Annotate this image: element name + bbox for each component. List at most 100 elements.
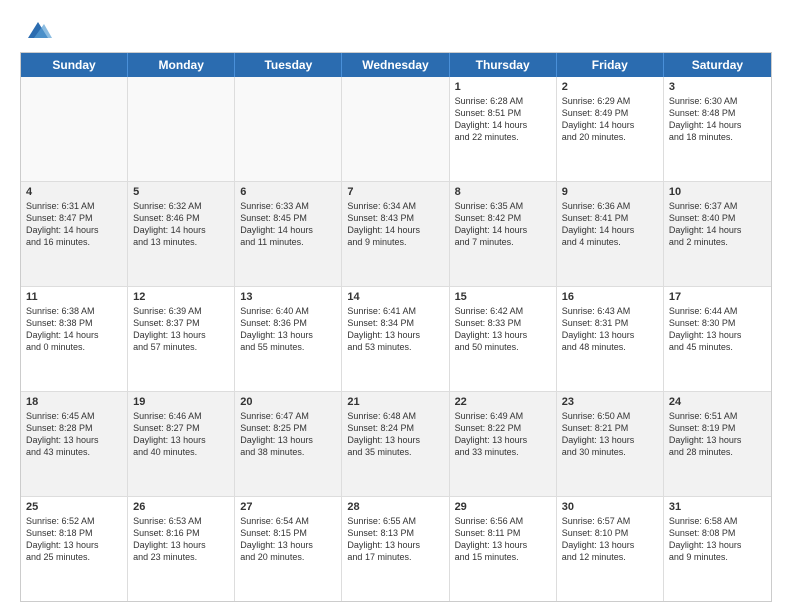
day-number: 7 <box>347 186 443 198</box>
calendar-cell: 17 Sunrise: 6:44 AM Sunset: 8:30 PM Dayli… <box>664 287 771 391</box>
cell-text: Sunrise: 6:54 AM Sunset: 8:15 PM Dayligh… <box>240 515 336 564</box>
day-number: 23 <box>562 396 658 408</box>
day-number: 14 <box>347 291 443 303</box>
cell-text: Sunrise: 6:58 AM Sunset: 8:08 PM Dayligh… <box>669 515 766 564</box>
calendar-cell <box>21 77 128 181</box>
day-number: 10 <box>669 186 766 198</box>
calendar-cell: 1 Sunrise: 6:28 AM Sunset: 8:51 PM Daylig… <box>450 77 557 181</box>
calendar-cell <box>342 77 449 181</box>
cell-text: Sunrise: 6:45 AM Sunset: 8:28 PM Dayligh… <box>26 410 122 459</box>
day-number: 2 <box>562 81 658 93</box>
cell-text: Sunrise: 6:28 AM Sunset: 8:51 PM Dayligh… <box>455 95 551 144</box>
cell-text: Sunrise: 6:37 AM Sunset: 8:40 PM Dayligh… <box>669 200 766 249</box>
calendar-cell: 23 Sunrise: 6:50 AM Sunset: 8:21 PM Dayli… <box>557 392 664 496</box>
page: SundayMondayTuesdayWednesdayThursdayFrid… <box>0 0 792 612</box>
calendar-cell: 22Sunrise: 6:49 AM Sunset: 8:22 PM Dayli… <box>450 392 557 496</box>
calendar-row: 11Sunrise: 6:38 AM Sunset: 8:38 PM Dayli… <box>21 287 771 392</box>
day-number: 16 <box>562 291 658 303</box>
day-number: 17 <box>669 291 766 303</box>
calendar-cell: 28 Sunrise: 6:55 AM Sunset: 8:13 PM Dayli… <box>342 497 449 601</box>
calendar-cell: 7 Sunrise: 6:34 AM Sunset: 8:43 PM Daylig… <box>342 182 449 286</box>
cell-text: Sunrise: 6:36 AM Sunset: 8:41 PM Dayligh… <box>562 200 658 249</box>
calendar-cell: 13Sunrise: 6:40 AM Sunset: 8:36 PM Dayli… <box>235 287 342 391</box>
cell-text: Sunrise: 6:39 AM Sunset: 8:37 PM Dayligh… <box>133 305 229 354</box>
cell-text: Sunrise: 6:57 AM Sunset: 8:10 PM Dayligh… <box>562 515 658 564</box>
calendar-cell: 10 Sunrise: 6:37 AM Sunset: 8:40 PM Dayli… <box>664 182 771 286</box>
calendar: SundayMondayTuesdayWednesdayThursdayFrid… <box>20 52 772 602</box>
day-number: 20 <box>240 396 336 408</box>
day-number: 22 <box>455 396 551 408</box>
cell-text: Sunrise: 6:41 AM Sunset: 8:34 PM Dayligh… <box>347 305 443 354</box>
calendar-cell: 20 Sunrise: 6:47 AM Sunset: 8:25 PM Dayli… <box>235 392 342 496</box>
cell-text: Sunrise: 6:52 AM Sunset: 8:18 PM Dayligh… <box>26 515 122 564</box>
calendar-cell: 5Sunrise: 6:32 AM Sunset: 8:46 PM Daylig… <box>128 182 235 286</box>
calendar-row: 4 Sunrise: 6:31 AM Sunset: 8:47 PM Daylig… <box>21 182 771 287</box>
cell-text: Sunrise: 6:51 AM Sunset: 8:19 PM Dayligh… <box>669 410 766 459</box>
calendar-cell: 11Sunrise: 6:38 AM Sunset: 8:38 PM Dayli… <box>21 287 128 391</box>
day-number: 30 <box>562 501 658 513</box>
day-number: 29 <box>455 501 551 513</box>
header-day: Saturday <box>664 53 771 77</box>
cell-text: Sunrise: 6:43 AM Sunset: 8:31 PM Dayligh… <box>562 305 658 354</box>
day-number: 15 <box>455 291 551 303</box>
cell-text: Sunrise: 6:50 AM Sunset: 8:21 PM Dayligh… <box>562 410 658 459</box>
cell-text: Sunrise: 6:30 AM Sunset: 8:48 PM Dayligh… <box>669 95 766 144</box>
cell-text: Sunrise: 6:35 AM Sunset: 8:42 PM Dayligh… <box>455 200 551 249</box>
header-day: Wednesday <box>342 53 449 77</box>
calendar-cell: 16 Sunrise: 6:43 AM Sunset: 8:31 PM Dayli… <box>557 287 664 391</box>
calendar-cell: 24 Sunrise: 6:51 AM Sunset: 8:19 PM Dayli… <box>664 392 771 496</box>
calendar-cell: 21Sunrise: 6:48 AM Sunset: 8:24 PM Dayli… <box>342 392 449 496</box>
calendar-row: 18 Sunrise: 6:45 AM Sunset: 8:28 PM Dayli… <box>21 392 771 497</box>
cell-text: Sunrise: 6:47 AM Sunset: 8:25 PM Dayligh… <box>240 410 336 459</box>
header <box>20 16 772 44</box>
calendar-body: 1 Sunrise: 6:28 AM Sunset: 8:51 PM Daylig… <box>21 77 771 601</box>
cell-text: Sunrise: 6:56 AM Sunset: 8:11 PM Dayligh… <box>455 515 551 564</box>
header-day: Thursday <box>450 53 557 77</box>
logo-area <box>20 16 52 44</box>
calendar-cell: 4 Sunrise: 6:31 AM Sunset: 8:47 PM Daylig… <box>21 182 128 286</box>
day-number: 6 <box>240 186 336 198</box>
logo-icon <box>24 16 52 44</box>
day-number: 28 <box>347 501 443 513</box>
calendar-cell: 30 Sunrise: 6:57 AM Sunset: 8:10 PM Dayli… <box>557 497 664 601</box>
calendar-cell: 19 Sunrise: 6:46 AM Sunset: 8:27 PM Dayli… <box>128 392 235 496</box>
cell-text: Sunrise: 6:33 AM Sunset: 8:45 PM Dayligh… <box>240 200 336 249</box>
day-number: 12 <box>133 291 229 303</box>
cell-text: Sunrise: 6:53 AM Sunset: 8:16 PM Dayligh… <box>133 515 229 564</box>
day-number: 31 <box>669 501 766 513</box>
cell-text: Sunrise: 6:38 AM Sunset: 8:38 PM Dayligh… <box>26 305 122 354</box>
day-number: 4 <box>26 186 122 198</box>
calendar-cell: 12 Sunrise: 6:39 AM Sunset: 8:37 PM Dayli… <box>128 287 235 391</box>
calendar-cell: 29 Sunrise: 6:56 AM Sunset: 8:11 PM Dayli… <box>450 497 557 601</box>
calendar-cell: 25Sunrise: 6:52 AM Sunset: 8:18 PM Dayli… <box>21 497 128 601</box>
day-number: 27 <box>240 501 336 513</box>
cell-text: Sunrise: 6:55 AM Sunset: 8:13 PM Dayligh… <box>347 515 443 564</box>
day-number: 19 <box>133 396 229 408</box>
cell-text: Sunrise: 6:42 AM Sunset: 8:33 PM Dayligh… <box>455 305 551 354</box>
calendar-cell: 14 Sunrise: 6:41 AM Sunset: 8:34 PM Dayli… <box>342 287 449 391</box>
day-number: 24 <box>669 396 766 408</box>
day-number: 26 <box>133 501 229 513</box>
calendar-cell: 8Sunrise: 6:35 AM Sunset: 8:42 PM Daylig… <box>450 182 557 286</box>
calendar-cell: 2Sunrise: 6:29 AM Sunset: 8:49 PM Daylig… <box>557 77 664 181</box>
cell-text: Sunrise: 6:46 AM Sunset: 8:27 PM Dayligh… <box>133 410 229 459</box>
day-number: 5 <box>133 186 229 198</box>
day-number: 3 <box>669 81 766 93</box>
calendar-cell: 15 Sunrise: 6:42 AM Sunset: 8:33 PM Dayli… <box>450 287 557 391</box>
header-day: Friday <box>557 53 664 77</box>
cell-text: Sunrise: 6:44 AM Sunset: 8:30 PM Dayligh… <box>669 305 766 354</box>
calendar-row: 1 Sunrise: 6:28 AM Sunset: 8:51 PM Daylig… <box>21 77 771 182</box>
header-day: Sunday <box>21 53 128 77</box>
cell-text: Sunrise: 6:48 AM Sunset: 8:24 PM Dayligh… <box>347 410 443 459</box>
cell-text: Sunrise: 6:34 AM Sunset: 8:43 PM Dayligh… <box>347 200 443 249</box>
calendar-header: SundayMondayTuesdayWednesdayThursdayFrid… <box>21 53 771 77</box>
calendar-cell: 6 Sunrise: 6:33 AM Sunset: 8:45 PM Daylig… <box>235 182 342 286</box>
calendar-cell <box>128 77 235 181</box>
header-day: Monday <box>128 53 235 77</box>
cell-text: Sunrise: 6:40 AM Sunset: 8:36 PM Dayligh… <box>240 305 336 354</box>
cell-text: Sunrise: 6:31 AM Sunset: 8:47 PM Dayligh… <box>26 200 122 249</box>
calendar-row: 25Sunrise: 6:52 AM Sunset: 8:18 PM Dayli… <box>21 497 771 601</box>
calendar-cell: 31 Sunrise: 6:58 AM Sunset: 8:08 PM Dayli… <box>664 497 771 601</box>
day-number: 18 <box>26 396 122 408</box>
day-number: 1 <box>455 81 551 93</box>
